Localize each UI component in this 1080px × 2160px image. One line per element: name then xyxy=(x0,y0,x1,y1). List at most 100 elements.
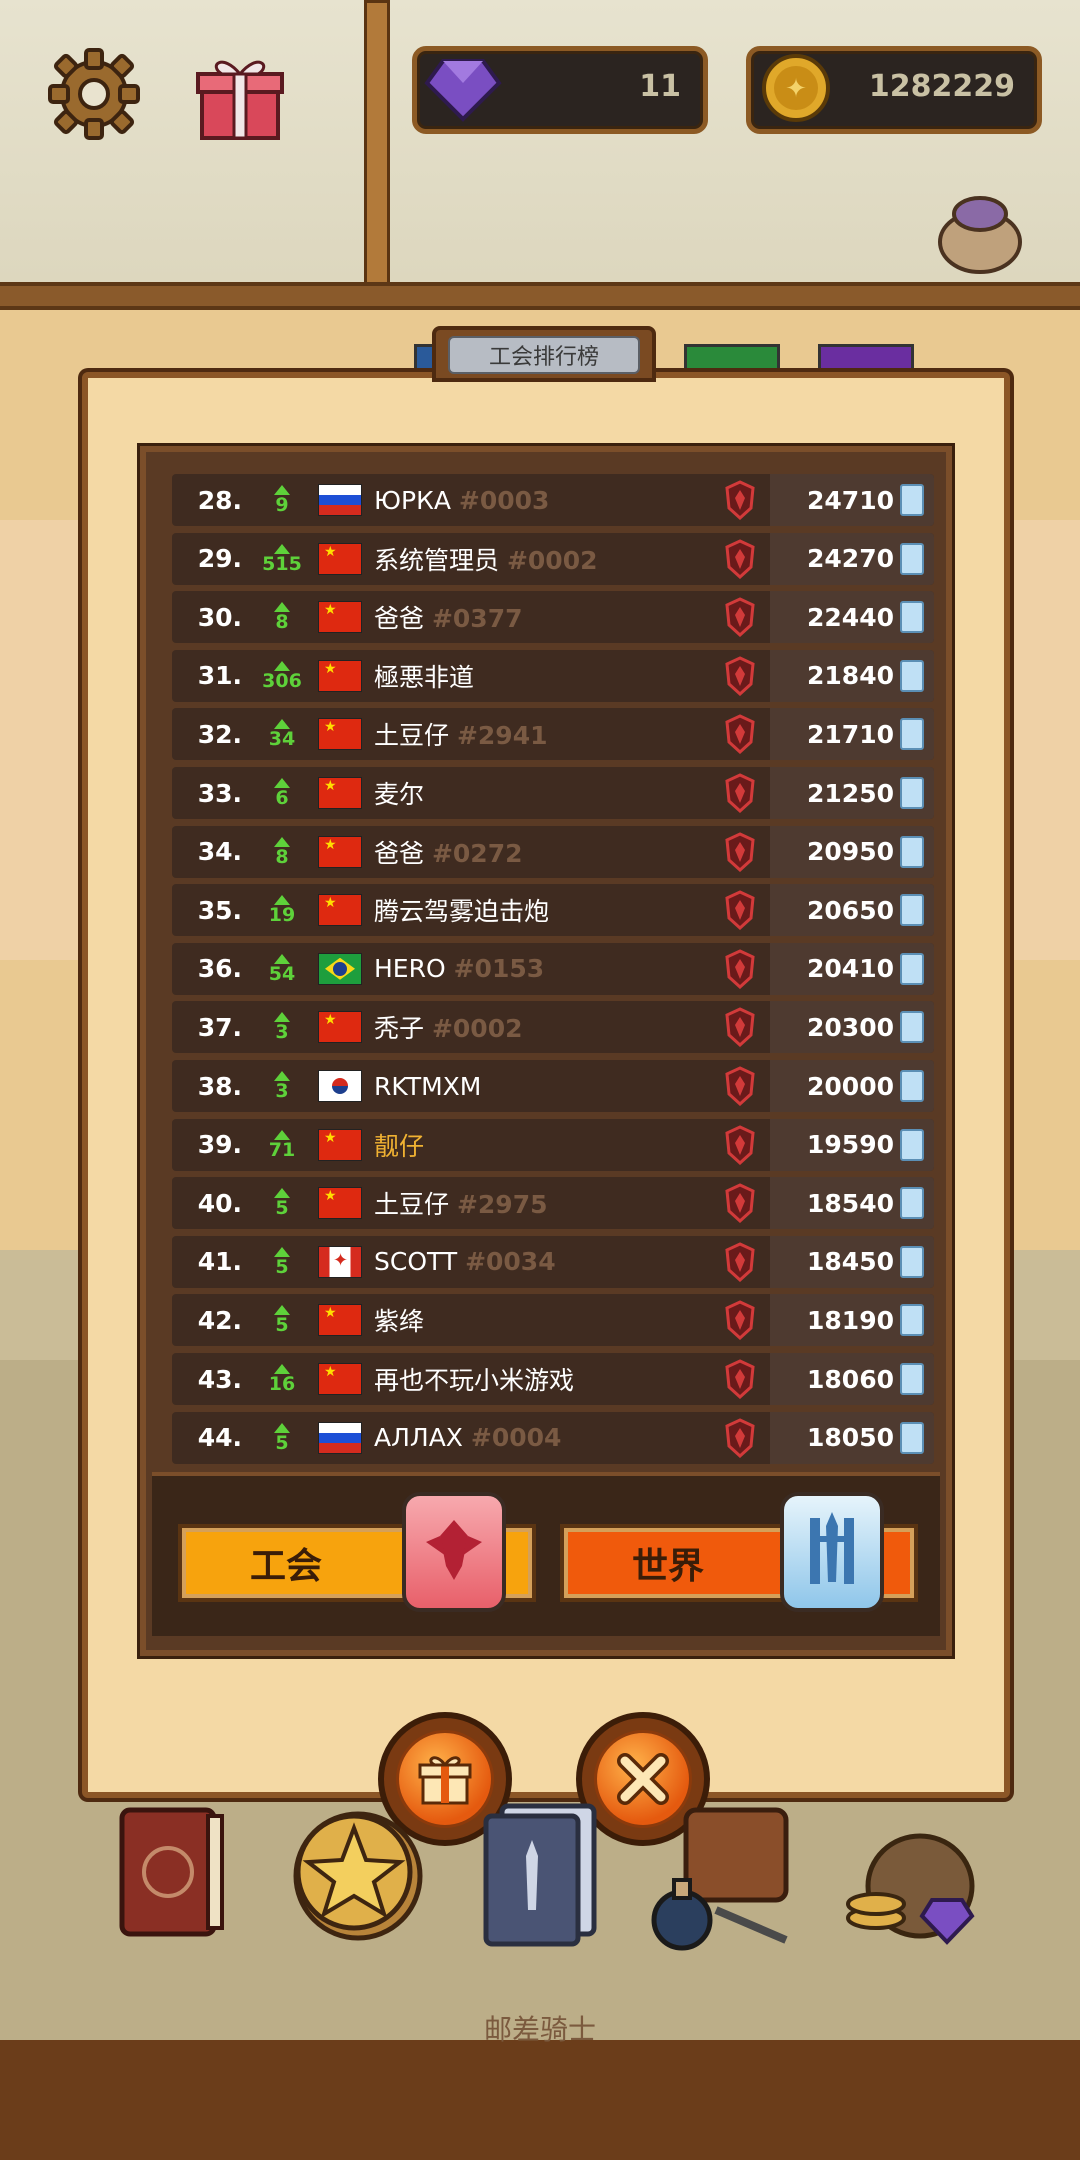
score-value: 18060 xyxy=(807,1364,894,1394)
player-name[interactable]: 再也不玩小米游戏 xyxy=(374,1361,714,1397)
leaderboard-row[interactable]: 40. 5 土豆仔 #2975 18540 xyxy=(172,1177,934,1230)
country-flag-icon xyxy=(318,1011,362,1044)
player-name[interactable]: 紫绛 xyxy=(374,1302,714,1338)
leaderboard-list[interactable]: 28. 9 ЮРКА #0003 24710 29. 515 系统管理员 #0002 2427… xyxy=(140,446,952,1656)
rank-change-value: 3 xyxy=(275,1080,289,1102)
score-cell: 22440 xyxy=(770,591,934,644)
rank-change: 5 xyxy=(250,1305,314,1335)
leaderboard-row[interactable]: 41. 5 SCOTT #0034 18450 xyxy=(172,1235,934,1288)
leaderboard-row[interactable]: 36. 54 HERO #0153 20410 xyxy=(172,942,934,995)
book-icon xyxy=(112,1794,232,1948)
background-pole xyxy=(364,0,390,296)
settings-gear-icon[interactable] xyxy=(46,46,142,142)
country-flag-icon xyxy=(318,542,362,575)
country-flag-icon xyxy=(318,1421,362,1454)
country-flag-icon xyxy=(318,1304,362,1337)
player-tag: #0377 xyxy=(431,604,523,634)
player-name-text: 再也不玩小米游戏 xyxy=(374,1366,575,1395)
player-name[interactable]: HERO #0153 xyxy=(374,954,714,983)
player-name[interactable]: 極悪非道 xyxy=(374,658,714,694)
country-flag-icon xyxy=(318,484,362,516)
player-name[interactable]: 土豆仔 #2975 xyxy=(374,1185,714,1221)
rank-number: 40. xyxy=(197,1188,242,1218)
score-cell: 20650 xyxy=(770,884,934,937)
score-cell: 18540 xyxy=(770,1177,934,1230)
country-flag-icon xyxy=(318,1070,362,1102)
trophy-shield-icon xyxy=(900,1363,924,1395)
trophy-shield-icon xyxy=(900,601,924,634)
rank-number: 43. xyxy=(197,1364,242,1394)
rank-change: 16 xyxy=(250,1364,314,1394)
trophy-shield-icon xyxy=(900,1421,924,1454)
country-flag-icon xyxy=(318,952,362,985)
gift-box-icon[interactable] xyxy=(192,48,288,144)
trophy-shield-icon xyxy=(900,777,924,809)
leaderboard-row[interactable]: 44. 5 АЛЛАХ #0004 18050 xyxy=(172,1411,934,1464)
player-name[interactable]: ЮРКА #0003 xyxy=(374,486,714,515)
player-name[interactable]: АЛЛАХ #0004 xyxy=(374,1423,714,1452)
trophy-shield-icon xyxy=(900,1011,924,1044)
score-cell: 20300 xyxy=(770,1001,934,1054)
leaderboard-row[interactable]: 39. 71 靓仔 19590 xyxy=(172,1118,934,1171)
rank-change-value: 8 xyxy=(275,845,289,868)
leaderboard-row[interactable]: 42. 5 紫绛 18190 xyxy=(172,1294,934,1347)
player-name[interactable]: 麦尔 xyxy=(374,775,714,811)
rank-change: 5 xyxy=(250,1246,314,1277)
leaderboard-row[interactable]: 31. 306 極悪非道 21840 xyxy=(172,649,934,702)
rank-number: 37. xyxy=(197,1012,242,1042)
leaderboard-row[interactable]: 30. 8 爸爸 #0377 22440 xyxy=(172,591,934,644)
leaderboard-row[interactable]: 29. 515 系统管理员 #0002 24270 xyxy=(172,532,934,585)
leaderboard-row[interactable]: 32. 34 土豆仔 #2941 21710 xyxy=(172,708,934,761)
guild-emblem-icon xyxy=(720,830,760,874)
player-tag: #0153 xyxy=(453,954,545,984)
country-flag-icon xyxy=(318,894,362,927)
gem-pouch-icon[interactable] xyxy=(930,180,1030,280)
player-name[interactable]: 靓仔 xyxy=(374,1127,714,1163)
leaderboard-row[interactable]: 28. 9 ЮРКА #0003 24710 xyxy=(172,474,934,526)
player-name[interactable]: RKTMXM xyxy=(374,1072,714,1101)
rank-change-value: 34 xyxy=(268,728,296,751)
guild-emblem-icon xyxy=(720,771,760,815)
player-name[interactable]: 秃子 #0002 xyxy=(374,1009,714,1045)
leaderboard-row[interactable]: 33. 6 麦尔 21250 xyxy=(172,767,934,819)
score-cell: 20950 xyxy=(770,825,934,878)
player-tag: #2941 xyxy=(456,721,548,751)
player-name[interactable]: 爸爸 #0377 xyxy=(374,599,714,635)
leaderboard-row[interactable]: 35. 19 腾云驾雾迫击炮 20650 xyxy=(172,884,934,937)
rank-number: 35. xyxy=(197,895,242,925)
leaderboard-row[interactable]: 38. 3 RKTMXM 20000 xyxy=(172,1060,934,1112)
leaderboard-row[interactable]: 43. 16 再也不玩小米游戏 18060 xyxy=(172,1353,934,1405)
trophy-shield-icon xyxy=(900,542,924,575)
score-value: 18540 xyxy=(807,1188,894,1218)
gem-count: 11 xyxy=(639,69,681,104)
player-name[interactable]: 爸爸 #0272 xyxy=(374,834,714,870)
player-tag: #0002 xyxy=(506,545,598,575)
player-name-text: RKTMXM xyxy=(374,1071,482,1101)
rank-number: 36. xyxy=(197,954,242,984)
player-tag: #2975 xyxy=(456,1190,548,1220)
rank-change-value: 515 xyxy=(262,552,302,575)
score-value: 20000 xyxy=(807,1071,894,1101)
guild-emblem-icon xyxy=(720,537,760,581)
leaderboard-row[interactable]: 34. 8 爸爸 #0272 20950 xyxy=(172,825,934,878)
score-value: 21710 xyxy=(807,719,894,749)
player-tag: #0002 xyxy=(431,1014,523,1044)
rank-change: 306 xyxy=(250,660,314,691)
player-name[interactable]: 腾云驾雾迫击炮 xyxy=(374,892,714,928)
background-bottom-wood xyxy=(0,2040,1080,2160)
player-name[interactable]: 系统管理员 #0002 xyxy=(374,541,714,577)
score-value: 21840 xyxy=(807,661,894,691)
leaderboard-row[interactable]: 37. 3 秃子 #0002 20300 xyxy=(172,1001,934,1054)
guild-emblem-icon xyxy=(720,1416,760,1460)
country-flag-icon xyxy=(318,1187,362,1220)
player-name[interactable]: 土豆仔 #2941 xyxy=(374,716,714,752)
player-tag: #0004 xyxy=(470,1423,562,1453)
guild-emblem-icon xyxy=(720,947,760,991)
panel-title: 工会排行榜 xyxy=(448,336,640,374)
guild-emblem-icon xyxy=(720,888,760,932)
score-value: 20950 xyxy=(807,837,894,867)
rank-change: 8 xyxy=(250,836,314,868)
score-value: 19590 xyxy=(807,1130,894,1160)
rank-number: 28. xyxy=(197,485,242,515)
player-name[interactable]: SCOTT #0034 xyxy=(374,1247,714,1276)
